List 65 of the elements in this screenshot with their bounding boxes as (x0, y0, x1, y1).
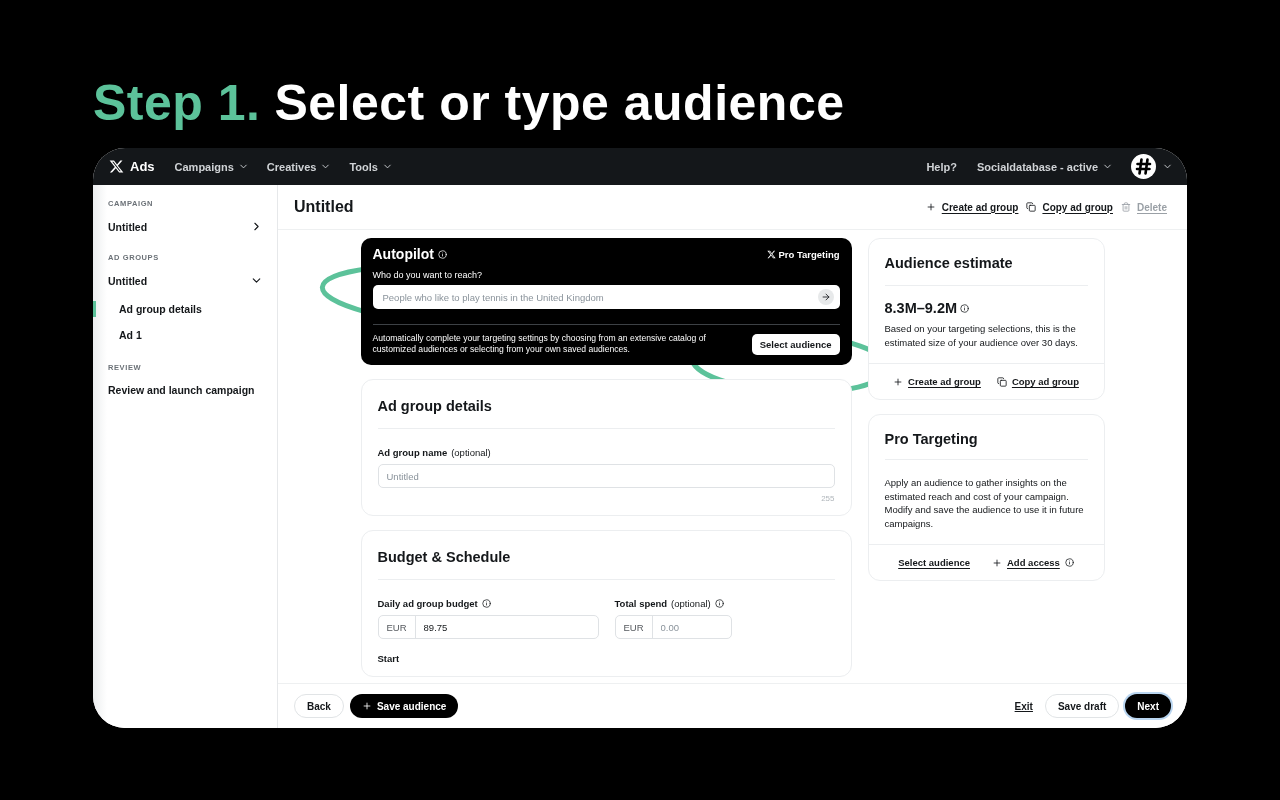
nav-menu[interactable]: Creatives (266, 160, 332, 173)
info-icon (481, 599, 491, 608)
headline: Select or type audience (274, 74, 845, 133)
card-title: Ad group details (377, 398, 493, 414)
card-action-link[interactable]: Select audience (898, 557, 970, 568)
nav-menu[interactable]: Campaigns (174, 160, 249, 173)
header-action-link[interactable]: Copy ad group (1026, 201, 1113, 213)
sidebar-subitem[interactable]: Ad group details (93, 301, 277, 317)
avatar-icon (1131, 154, 1156, 179)
ad-group-name-field[interactable]: Untitled (377, 464, 835, 488)
plus-icon (925, 202, 936, 212)
arrow-right-icon (820, 292, 831, 302)
card-action-link[interactable]: Add access (992, 557, 1074, 568)
account-menu[interactable]: Socialdatabase - active (976, 160, 1113, 173)
nav-menu[interactable]: Tools (349, 160, 393, 173)
card-title: Budget & Schedule (377, 549, 512, 565)
info-icon (1064, 558, 1074, 567)
field-label: Start (377, 653, 401, 664)
info-icon (960, 303, 970, 313)
card-action-link[interactable]: Create ad group (893, 376, 981, 387)
plus-icon (361, 701, 372, 711)
sidebar-item[interactable]: Untitled (93, 220, 277, 233)
footer-link[interactable]: Exit (1008, 694, 1039, 718)
info-icon (714, 599, 724, 608)
help-link[interactable]: Help? (926, 160, 957, 173)
trash-icon (1121, 202, 1131, 212)
pro-targeting-description: Apply an audience to gather insights on the estimated reach and cost of your campaign. Modify and save the audience to use it in future campaigns. (884, 476, 1085, 530)
header-action-link[interactable]: Create ad group (925, 201, 1019, 213)
audience-prompt-field[interactable]: People who like to play tennis in the United Kingdom (372, 285, 840, 309)
pro-targeting-label: Pro Targeting (767, 248, 840, 260)
currency-label: EUR (615, 616, 653, 638)
x-logo-icon (109, 159, 124, 174)
sidebar-subitem[interactable]: Ad 1 (93, 327, 277, 343)
estimate-description: Based on your targeting selections, this is the estimated size of your audience over 30 days. (884, 322, 1079, 349)
card-title: Autopilot (372, 246, 447, 262)
field-label: Total spend (optional) (614, 598, 732, 609)
select-audience-button[interactable]: Select audience (751, 333, 840, 355)
field-label: Ad group name (optional) (377, 447, 492, 458)
field-label: Who do you want to reach? (372, 270, 484, 280)
copy-icon (1026, 202, 1037, 212)
card-title: Pro Targeting (884, 431, 979, 447)
card-title: Audience estimate (884, 255, 1014, 271)
x-logo-icon (767, 249, 777, 259)
field-label: Daily ad group budget (377, 598, 599, 609)
step-number: Step 1. (93, 74, 261, 133)
budget-input[interactable]: 0.00 (652, 616, 731, 638)
plus-icon (992, 557, 1002, 568)
sidebar-item[interactable]: Review and launch campaign (93, 384, 277, 396)
plus-icon (893, 376, 904, 387)
info-icon (437, 250, 447, 259)
footer-button[interactable]: Save audience (349, 694, 459, 718)
copy-icon (996, 376, 1007, 387)
budget-field[interactable]: EUR 89.75 (377, 615, 599, 639)
footer-button[interactable]: Next (1125, 694, 1171, 718)
page-title: Untitled (294, 198, 355, 216)
budget-input[interactable]: 89.75 (415, 616, 598, 638)
brand-name: Ads (130, 159, 155, 174)
card-action-link[interactable]: Copy ad group (996, 376, 1079, 387)
autopilot-description: Automatically complete your targeting settings by choosing from an extensive catalog of customized audiences or selecting from your own saved audiences. (372, 333, 707, 355)
sidebar-item[interactable]: Untitled (93, 274, 277, 287)
avatar-button[interactable] (1131, 154, 1173, 179)
budget-field[interactable]: EUR 0.00 (614, 615, 732, 639)
audience-range: 8.3M–9.2M (884, 300, 1088, 316)
currency-label: EUR (378, 616, 416, 638)
character-counter: 255 (820, 494, 835, 503)
